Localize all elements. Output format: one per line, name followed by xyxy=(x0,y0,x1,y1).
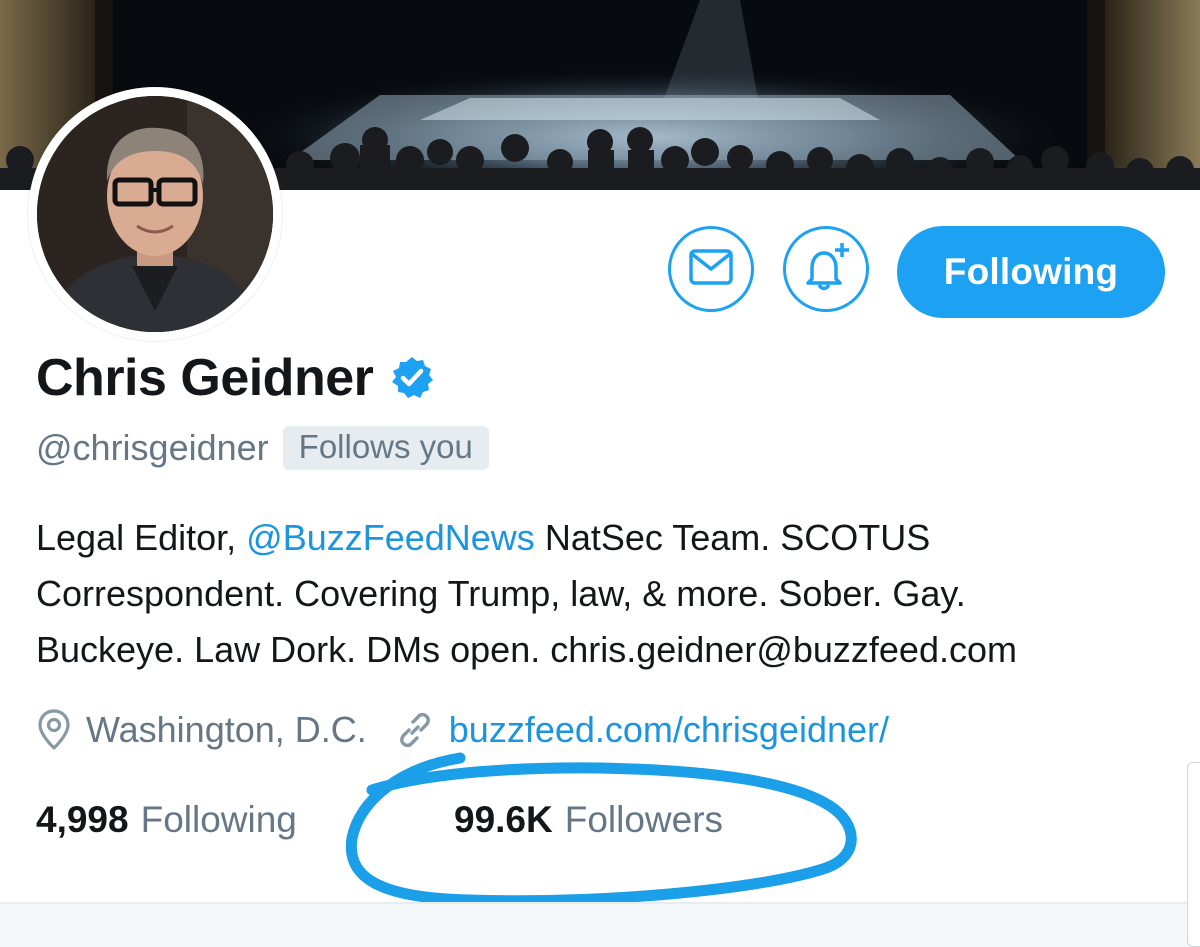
link-icon xyxy=(395,710,435,750)
user-handle: @chrisgeidner xyxy=(36,427,269,468)
timeline-area xyxy=(0,904,1200,947)
verified-badge-icon xyxy=(389,355,435,406)
website-link[interactable]: buzzfeed.com/chrisgeidner/ xyxy=(449,709,889,751)
location-pin-icon xyxy=(36,708,72,752)
following-stat[interactable]: 4,998 Following xyxy=(36,799,297,841)
bio-text: NatSec Team. SCOTUS xyxy=(534,517,931,558)
bio-line-3: Buckeye. Law Dork. DMs open. chris.geidn… xyxy=(36,629,1017,670)
bio-mention-link[interactable]: @BuzzFeedNews xyxy=(246,517,535,558)
followers-stat[interactable]: 99.6K Followers xyxy=(454,799,723,841)
profile-name-row: Chris Geidner xyxy=(36,346,435,410)
following-count: 4,998 xyxy=(36,799,129,840)
profile-bio: Legal Editor, @BuzzFeedNews NatSec Team.… xyxy=(36,510,1186,678)
profile-meta: Washington, D.C. buzzfeed.com/chrisgeidn… xyxy=(36,702,889,758)
bio-line-2: Correspondent. Covering Trump, law, & mo… xyxy=(36,573,966,614)
bio-text: Legal Editor, xyxy=(36,517,247,558)
bio-line-1: Legal Editor, @BuzzFeedNews NatSec Team.… xyxy=(36,510,1186,566)
profile-avatar[interactable] xyxy=(28,87,282,341)
following-label: Following xyxy=(140,799,297,840)
handle-row: @chrisgeidner Follows you xyxy=(36,423,489,473)
location-text: Washington, D.C. xyxy=(86,709,367,750)
following-button[interactable]: Following xyxy=(897,226,1165,318)
notifications-button[interactable] xyxy=(783,226,869,312)
profile-stats: 4,998 Following 99.6K Followers xyxy=(36,792,723,848)
message-button[interactable] xyxy=(668,226,754,312)
envelope-icon xyxy=(689,248,733,290)
display-name: Chris Geidner xyxy=(36,349,374,407)
bell-plus-icon xyxy=(798,239,854,300)
followers-count: 99.6K xyxy=(454,799,553,840)
followers-label: Followers xyxy=(564,799,724,840)
follows-you-badge: Follows you xyxy=(282,426,489,470)
scrollbar-handle[interactable] xyxy=(1187,762,1200,947)
avatar-photo xyxy=(37,96,273,332)
